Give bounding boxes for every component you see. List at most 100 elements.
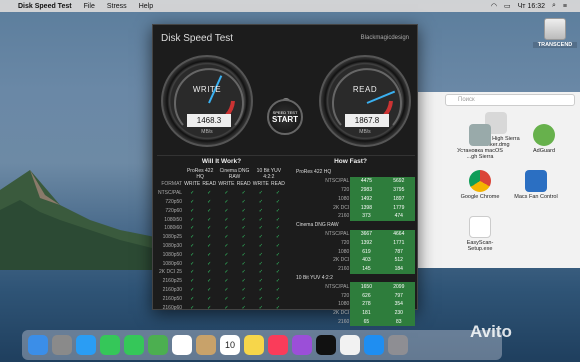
format-label: 2K DCI xyxy=(333,257,350,264)
external-drive[interactable]: TRANSCEND xyxy=(533,18,577,48)
safari-icon[interactable] xyxy=(76,335,96,355)
read-fps: 5692 xyxy=(382,176,415,186)
table-row: 2160 145 184 xyxy=(286,264,415,274)
finder-item-label: Установка macOS ...gh Sierra xyxy=(457,148,503,160)
format-label: 1080i50 xyxy=(164,216,183,223)
check-mark: ✓ xyxy=(258,295,263,302)
how-fast-table: ProRes 422 HQ NTSC/PAL 4475 5692 720 2983 3795… xyxy=(286,168,415,327)
spotlight-icon[interactable]: ⌕ xyxy=(552,2,556,10)
news-icon[interactable] xyxy=(340,335,360,355)
launchpad-icon[interactable] xyxy=(52,335,72,355)
start-button[interactable]: SPEED TEST START xyxy=(267,99,303,135)
check-mark: ✓ xyxy=(275,260,281,267)
check-mark: ✓ xyxy=(190,234,195,241)
check-mark: ✓ xyxy=(207,260,212,267)
check-mark: ✓ xyxy=(241,260,246,267)
format-label: 720p50 xyxy=(165,198,183,205)
finder-item-chrome[interactable]: Google Chrome xyxy=(455,170,505,200)
menu-help[interactable]: Help xyxy=(139,3,153,10)
table-row: 2160 65 83 xyxy=(286,317,415,327)
finder-item-adguard[interactable]: AdGuard xyxy=(519,124,569,154)
format-label: 720 xyxy=(340,186,350,193)
check-mark: ✓ xyxy=(258,304,263,311)
check-mark: ✓ xyxy=(275,207,281,214)
check-mark: ✓ xyxy=(224,216,229,223)
table-row: 2160p25 ✓ ✓ ✓ ✓ ✓ ✓ xyxy=(157,277,286,286)
notes-icon[interactable] xyxy=(244,335,264,355)
finder-item-installer[interactable]: Установка macOS ...gh Sierra xyxy=(455,124,505,160)
format-label: 1080p60 xyxy=(162,260,183,267)
table-row: NTSC/PAL 4475 5692 xyxy=(286,176,415,186)
check-mark: ✓ xyxy=(224,295,229,302)
check-mark: ✓ xyxy=(224,286,229,293)
table-row: 1080 619 787 xyxy=(286,247,415,256)
table-row: 720 626 797 xyxy=(286,291,415,300)
app-menu[interactable]: Disk Speed Test xyxy=(18,3,72,10)
table-row: 2K DCI 181 230 xyxy=(286,308,415,318)
write-fps: 1650 xyxy=(350,282,383,292)
check-mark: ✓ xyxy=(190,260,195,267)
finder-item-easyscan[interactable]: EasyScan-Setup.exe xyxy=(455,216,505,252)
check-mark: ✓ xyxy=(258,190,263,197)
check-mark: ✓ xyxy=(190,207,195,214)
finder-icon[interactable] xyxy=(28,335,48,355)
section-title: 10 Bit YUV 4:2:2 xyxy=(296,274,333,281)
facetime-icon[interactable] xyxy=(124,335,144,355)
check-mark: ✓ xyxy=(258,278,263,285)
table-row: 2K DCI 1398 1779 xyxy=(286,203,415,212)
read-value: 1867.8 xyxy=(345,114,389,127)
read-label: READ xyxy=(352,85,378,94)
check-mark: ✓ xyxy=(190,304,195,311)
table-row: 720 2983 3795 xyxy=(286,185,415,195)
format-label: 2160 xyxy=(338,318,350,325)
start-button-label: START xyxy=(271,115,299,124)
check-mark: ✓ xyxy=(207,190,212,197)
menu-stress[interactable]: Stress xyxy=(107,3,127,10)
format-label: 720 xyxy=(340,239,350,246)
format-label: 2K DCI xyxy=(333,310,350,317)
check-mark: ✓ xyxy=(190,269,195,276)
tv-icon[interactable] xyxy=(316,335,336,355)
menu-file[interactable]: File xyxy=(84,3,95,10)
music-icon[interactable] xyxy=(268,335,288,355)
check-mark: ✓ xyxy=(224,225,229,232)
search-input[interactable]: Поиск xyxy=(445,94,575,106)
write-fps: 3667 xyxy=(350,229,383,239)
check-mark: ✓ xyxy=(207,304,212,311)
format-label: NTSC/PAL xyxy=(325,283,350,290)
photos-icon[interactable] xyxy=(172,335,192,355)
clock[interactable]: Чт 16:32 xyxy=(518,3,545,10)
subheader: WRITE xyxy=(218,181,235,188)
calendar-icon[interactable]: 10 xyxy=(220,335,240,355)
read-fps: 512 xyxy=(382,255,415,265)
read-fps: 1771 xyxy=(382,238,415,248)
format-label: 1080p25 xyxy=(162,234,183,241)
battery-icon[interactable]: ▭ xyxy=(504,2,511,10)
check-mark: ✓ xyxy=(241,251,246,258)
podcasts-icon[interactable] xyxy=(292,335,312,355)
section-header: 10 Bit YUV 4:2:2 xyxy=(286,274,415,283)
read-fps: 184 xyxy=(382,264,415,274)
contacts-icon[interactable] xyxy=(196,335,216,355)
notification-center-icon[interactable]: ≡ xyxy=(563,3,567,10)
subheader: READ xyxy=(271,181,285,188)
format-label: 720p60 xyxy=(165,207,183,214)
write-unit: MB/s xyxy=(201,129,213,135)
header-blank xyxy=(157,168,183,180)
maps-icon[interactable] xyxy=(148,335,168,355)
write-label: WRITE xyxy=(192,85,222,94)
results-panels: Will It Work? ProRes 422 HQ Cinema DNG R… xyxy=(157,155,415,327)
wifi-icon[interactable]: ◠ xyxy=(491,2,497,10)
table-row: 1080p50 ✓ ✓ ✓ ✓ ✓ ✓ xyxy=(157,250,286,259)
subheader: READ xyxy=(202,181,217,188)
check-mark: ✓ xyxy=(207,286,212,293)
group-header: ProRes 422 HQ xyxy=(186,168,214,180)
check-mark: ✓ xyxy=(207,295,212,302)
avito-watermark: Avito xyxy=(470,322,512,341)
format-label: 1080 xyxy=(338,301,350,308)
finder-item-macs-fan-control[interactable]: Macs Fan Control xyxy=(511,170,561,200)
check-mark: ✓ xyxy=(224,269,229,276)
appstore-icon[interactable] xyxy=(364,335,384,355)
messages-icon[interactable] xyxy=(100,335,120,355)
preferences-icon[interactable] xyxy=(388,335,408,355)
